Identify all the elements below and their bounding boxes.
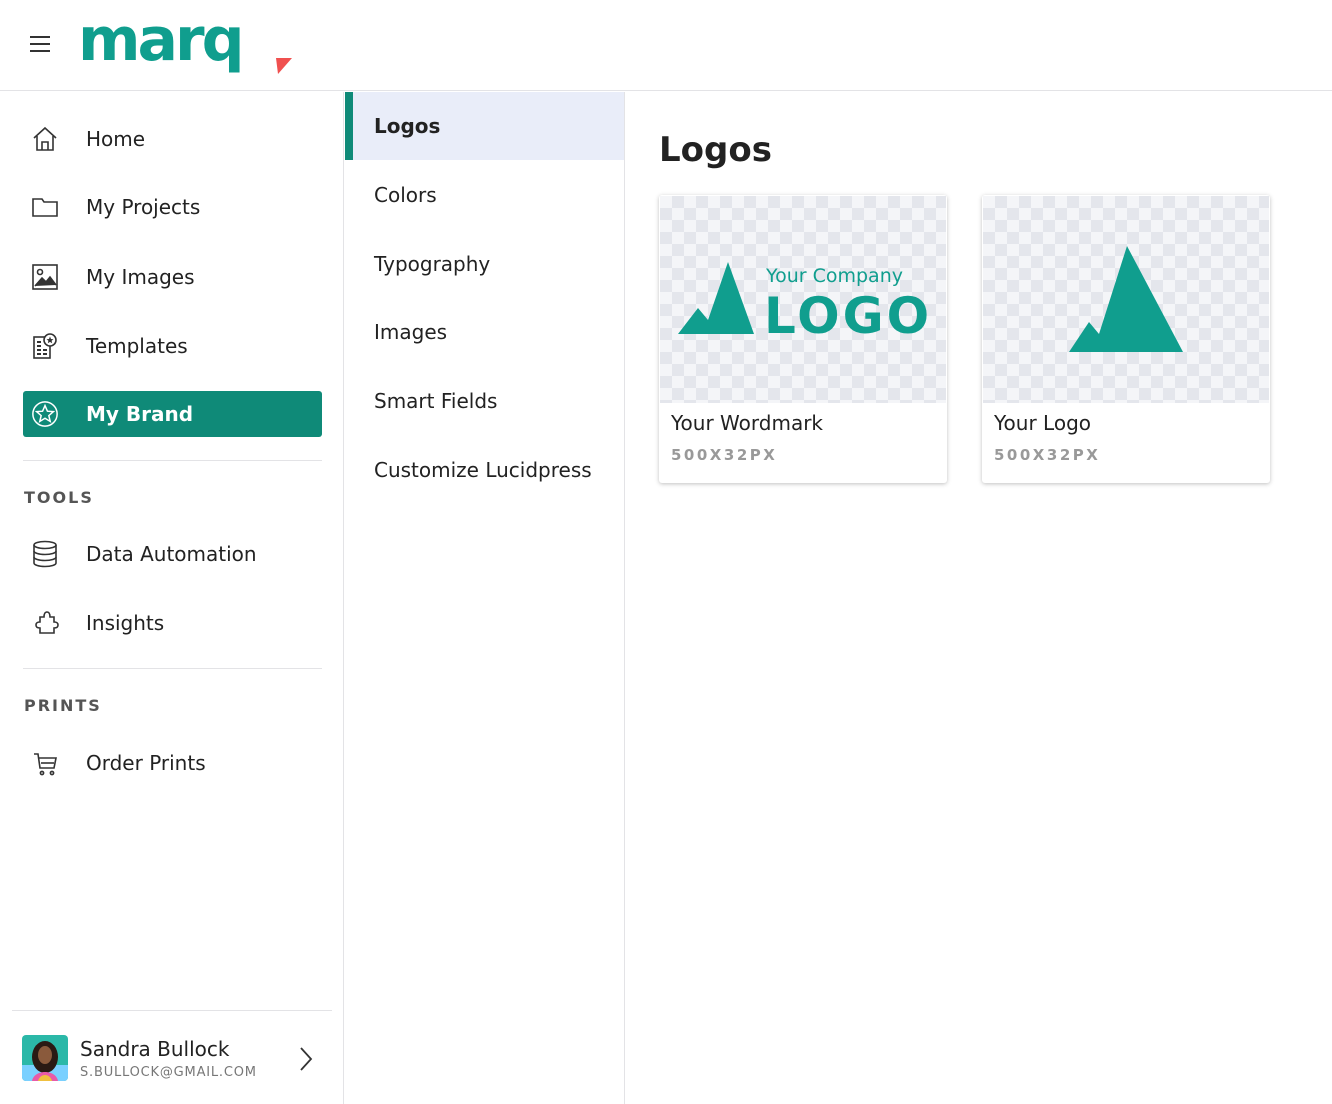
prints-section-label: PRINTS xyxy=(24,696,102,715)
sidebar-item-label: Data Automation xyxy=(86,542,257,566)
sidebar-divider xyxy=(23,668,322,669)
cart-icon xyxy=(31,749,59,777)
sidebar-item-label: My Images xyxy=(86,265,195,289)
card-size: 500X32PX xyxy=(994,446,1101,464)
subnav-item-label: Smart Fields xyxy=(374,389,498,413)
avatar xyxy=(22,1035,68,1081)
brand-star-icon xyxy=(31,400,59,428)
subnav-item-images[interactable]: Images xyxy=(345,298,624,366)
subnav-item-label: Logos xyxy=(374,114,441,138)
wordmark-image: Your Company LOGO xyxy=(678,262,932,345)
sidebar-item-label: Home xyxy=(86,127,146,151)
sidebar-item-my-images[interactable]: My Images xyxy=(23,254,322,300)
database-icon xyxy=(31,540,59,568)
subnav-item-label: Images xyxy=(374,320,448,344)
sidebar-item-home[interactable]: Home xyxy=(23,116,322,162)
subnav-item-label: Typography xyxy=(374,252,491,276)
user-divider xyxy=(12,1010,332,1011)
user-name: Sandra Bullock xyxy=(80,1036,230,1061)
subnav-item-logos[interactable]: Logos xyxy=(345,92,624,160)
subnav-item-smart-fields[interactable]: Smart Fields xyxy=(345,367,624,435)
folder-icon xyxy=(31,193,59,221)
wordmark-preview: Your Company LOGO xyxy=(660,196,946,403)
sidebar-item-label: Order Prints xyxy=(86,751,206,775)
home-icon xyxy=(31,125,59,153)
subnav-item-colors[interactable]: Colors xyxy=(345,161,624,229)
card-title: Your Wordmark xyxy=(671,411,824,435)
hamburger-menu-icon[interactable] xyxy=(28,36,52,54)
brand-subnav: Logos Colors Typography Images Smart Fie… xyxy=(345,92,625,1104)
templates-icon xyxy=(31,332,59,360)
svg-text:LOGO: LOGO xyxy=(764,287,932,345)
sidebar-item-label: Templates xyxy=(86,334,188,358)
subnav-item-label: Customize Lucidpress xyxy=(374,458,592,482)
logo-preview xyxy=(983,196,1269,403)
subnav-item-typography[interactable]: Typography xyxy=(345,230,624,298)
card-title: Your Logo xyxy=(994,411,1092,435)
image-icon xyxy=(31,263,59,291)
logo-card[interactable]: Your Logo 500X32PX xyxy=(982,195,1270,483)
wordmark-card[interactable]: Your Company LOGO Your Wordmark 500X32PX xyxy=(659,195,947,483)
subnav-item-label: Colors xyxy=(374,183,437,207)
svg-text:marq: marq xyxy=(78,10,242,75)
logo-image xyxy=(1069,246,1183,352)
main-sidebar: Home My Projects My Images Templates My … xyxy=(0,92,344,1104)
user-profile[interactable]: Sandra Bullock S.BULLOCK@GMAIL.COM xyxy=(22,1034,322,1082)
marq-logo[interactable]: marq xyxy=(78,10,298,82)
sidebar-item-my-projects[interactable]: My Projects xyxy=(23,184,322,230)
sidebar-item-my-brand[interactable]: My Brand xyxy=(23,391,322,437)
user-email: S.BULLOCK@GMAIL.COM xyxy=(80,1064,257,1080)
puzzle-icon xyxy=(31,609,59,637)
chevron-right-icon[interactable] xyxy=(298,1046,314,1076)
page-title: Logos xyxy=(659,130,772,170)
sidebar-item-label: My Projects xyxy=(86,195,201,219)
sidebar-item-data-automation[interactable]: Data Automation xyxy=(23,531,322,577)
top-header: marq xyxy=(0,0,1332,91)
sidebar-item-order-prints[interactable]: Order Prints xyxy=(23,740,322,786)
main-content: Logos Your Company LOGO Your Wordmark 50… xyxy=(626,92,1332,1104)
svg-text:Your Company: Your Company xyxy=(765,265,903,287)
sidebar-divider xyxy=(23,460,322,461)
sidebar-item-insights[interactable]: Insights xyxy=(23,600,322,646)
card-size: 500X32PX xyxy=(671,446,778,464)
sidebar-item-label: Insights xyxy=(86,611,165,635)
sidebar-item-templates[interactable]: Templates xyxy=(23,323,322,369)
tools-section-label: TOOLS xyxy=(24,488,94,507)
sidebar-item-label: My Brand xyxy=(86,402,194,426)
subnav-item-customize-lucidpress[interactable]: Customize Lucidpress xyxy=(345,436,624,504)
